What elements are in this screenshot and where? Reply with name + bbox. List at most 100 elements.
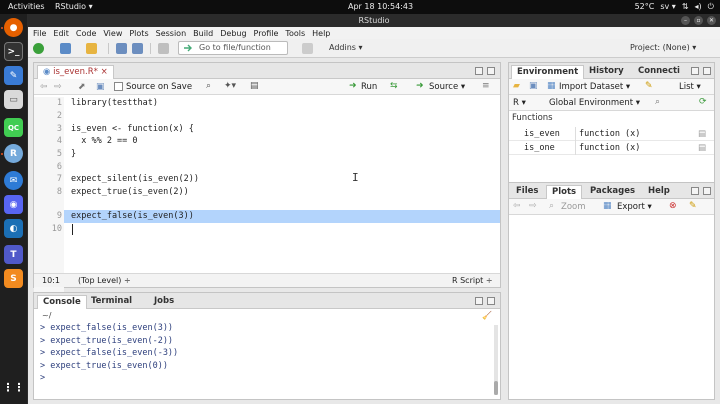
tab-terminal[interactable]: Terminal bbox=[86, 295, 137, 309]
tab-help[interactable]: Help bbox=[643, 185, 675, 199]
outline-icon[interactable]: ≡ bbox=[482, 81, 490, 91]
console-output[interactable]: > expect_false(is_even(3)) > expect_true… bbox=[34, 323, 500, 399]
maximize-button[interactable]: ▫ bbox=[694, 16, 703, 25]
maximize-pane-icon[interactable] bbox=[487, 67, 495, 75]
menu-tools[interactable]: Tools bbox=[285, 29, 305, 38]
code-line[interactable]: expect_true(is_even(2)) bbox=[71, 187, 189, 197]
zoom-button[interactable]: Zoom bbox=[561, 202, 586, 212]
run-button[interactable]: Run bbox=[361, 82, 377, 92]
code-line[interactable]: x %% 2 == 0 bbox=[71, 136, 137, 146]
minimize-button[interactable]: – bbox=[681, 16, 690, 25]
tab-environment[interactable]: Environment bbox=[511, 65, 585, 79]
firefox-icon[interactable]: ● bbox=[4, 18, 23, 37]
activities-button[interactable]: Activities bbox=[8, 2, 45, 11]
menu-help[interactable]: Help bbox=[312, 29, 330, 38]
prev-plot-icon[interactable]: ⇦ bbox=[513, 201, 521, 211]
editor-tab[interactable]: ◉ is_even.R* × bbox=[37, 65, 114, 79]
load-workspace-icon[interactable]: ▰ bbox=[513, 81, 520, 91]
sublime-icon[interactable]: S bbox=[4, 269, 23, 288]
tab-packages[interactable]: Packages bbox=[585, 185, 640, 199]
source-button[interactable]: Source ▾ bbox=[429, 82, 465, 92]
addins-menu[interactable]: Addins ▾ bbox=[329, 43, 363, 52]
save-icon[interactable] bbox=[116, 43, 127, 54]
goto-file-input[interactable]: Go to file/function bbox=[178, 41, 288, 55]
save-file-icon[interactable]: ▣ bbox=[96, 82, 105, 92]
language-selector[interactable]: R ▾ bbox=[513, 98, 526, 108]
new-project-icon[interactable] bbox=[60, 43, 71, 54]
tab-files[interactable]: Files bbox=[511, 185, 543, 199]
clear-plots-icon[interactable]: ✎ bbox=[689, 201, 697, 211]
clear-workspace-icon[interactable]: ✎ bbox=[645, 81, 653, 91]
window-titlebar[interactable]: RStudio – ▫ ✕ bbox=[28, 14, 720, 27]
grid-layout-icon[interactable] bbox=[302, 43, 313, 54]
save-all-icon[interactable] bbox=[132, 43, 143, 54]
menu-build[interactable]: Build bbox=[193, 29, 213, 38]
clear-console-icon[interactable]: 🧹 bbox=[482, 309, 492, 323]
list-view-selector[interactable]: List ▾ bbox=[679, 82, 701, 92]
minimize-pane-icon[interactable] bbox=[691, 187, 699, 195]
view-function-icon[interactable]: ▤ bbox=[698, 141, 706, 155]
print-icon[interactable] bbox=[158, 43, 169, 54]
code-line[interactable]: expect_false(is_even(3)) bbox=[71, 211, 194, 221]
minimize-pane-icon[interactable] bbox=[475, 67, 483, 75]
code-line[interactable]: library(testthat) bbox=[71, 98, 158, 108]
tab-plots[interactable]: Plots bbox=[546, 185, 583, 199]
tab-connections[interactable]: Connecti bbox=[633, 65, 685, 79]
environment-scope-selector[interactable]: Global Environment ▾ bbox=[549, 98, 640, 108]
menu-plots[interactable]: Plots bbox=[129, 29, 148, 38]
view-function-icon[interactable]: ▤ bbox=[698, 127, 706, 141]
code-tools-icon[interactable]: ✦▾ bbox=[224, 81, 236, 91]
tab-console[interactable]: Console bbox=[37, 295, 87, 309]
minimize-pane-icon[interactable] bbox=[475, 297, 483, 305]
environment-row[interactable]: is_even function (x) ▤ bbox=[509, 127, 714, 141]
console-scrollbar[interactable] bbox=[494, 325, 498, 395]
menu-debug[interactable]: Debug bbox=[220, 29, 246, 38]
maximize-pane-icon[interactable] bbox=[487, 297, 495, 305]
show-in-window-icon[interactable]: ⬈ bbox=[78, 82, 86, 92]
terminal-icon[interactable]: >_ bbox=[4, 42, 23, 61]
text-editor-icon[interactable]: ✎ bbox=[4, 66, 23, 85]
rerun-icon[interactable]: ⇆ bbox=[390, 81, 398, 91]
import-dataset-button[interactable]: Import Dataset ▾ bbox=[559, 82, 630, 92]
rstudio-icon[interactable]: R bbox=[4, 144, 23, 163]
qtcreator-icon[interactable]: QC bbox=[4, 118, 23, 137]
tab-jobs[interactable]: Jobs bbox=[149, 295, 179, 309]
network-manager-icon[interactable]: ◐ bbox=[4, 219, 23, 238]
code-line[interactable]: } bbox=[71, 149, 76, 159]
discord-icon[interactable]: ◉ bbox=[4, 195, 23, 214]
open-file-icon[interactable] bbox=[86, 43, 97, 54]
app-grid-icon[interactable]: ⋮⋮ bbox=[3, 378, 25, 397]
back-icon[interactable]: ⇦ bbox=[40, 82, 48, 92]
maximize-pane-icon[interactable] bbox=[703, 187, 711, 195]
tab-history[interactable]: History bbox=[584, 65, 629, 79]
keyboard-layout[interactable]: sv ▾ bbox=[660, 2, 675, 12]
refresh-icon[interactable]: ⟳ bbox=[699, 97, 707, 107]
environment-row[interactable]: is_one function (x) ▤ bbox=[509, 141, 714, 155]
close-button[interactable]: ✕ bbox=[707, 16, 716, 25]
code-line[interactable]: expect_silent(is_even(2)) bbox=[71, 174, 199, 184]
files-icon[interactable]: ▭ bbox=[4, 90, 23, 109]
export-button[interactable]: Export ▾ bbox=[617, 202, 652, 212]
compile-report-icon[interactable]: ▤ bbox=[250, 81, 259, 91]
save-workspace-icon[interactable]: ▣ bbox=[529, 81, 538, 91]
console-prompt[interactable]: > bbox=[40, 373, 50, 383]
menu-profile[interactable]: Profile bbox=[254, 29, 279, 38]
new-file-icon[interactable] bbox=[33, 43, 44, 54]
menu-code[interactable]: Code bbox=[76, 29, 96, 38]
console-path[interactable]: ~/ bbox=[42, 309, 51, 323]
system-tray[interactable]: 52°C sv ▾ ⇅ ◂) ⏻ bbox=[635, 2, 714, 12]
close-tab-icon[interactable]: × bbox=[101, 67, 108, 77]
menu-edit[interactable]: Edit bbox=[53, 29, 69, 38]
menu-view[interactable]: View bbox=[103, 29, 122, 38]
code-line[interactable]: is_even <- function(x) { bbox=[71, 124, 194, 134]
maximize-pane-icon[interactable] bbox=[703, 67, 711, 75]
teams-icon[interactable]: T bbox=[4, 245, 23, 264]
clock[interactable]: Apr 18 10:54:43 bbox=[348, 2, 413, 11]
project-menu[interactable]: Project: (None) ▾ bbox=[630, 43, 696, 52]
forward-icon[interactable]: ⇨ bbox=[54, 82, 62, 92]
remove-plot-icon[interactable]: ⊗ bbox=[669, 201, 677, 211]
thunderbird-icon[interactable]: ✉ bbox=[4, 171, 23, 190]
search-icon[interactable]: ⌕ bbox=[206, 81, 211, 91]
source-on-save-checkbox[interactable] bbox=[114, 82, 123, 91]
minimize-pane-icon[interactable] bbox=[691, 67, 699, 75]
